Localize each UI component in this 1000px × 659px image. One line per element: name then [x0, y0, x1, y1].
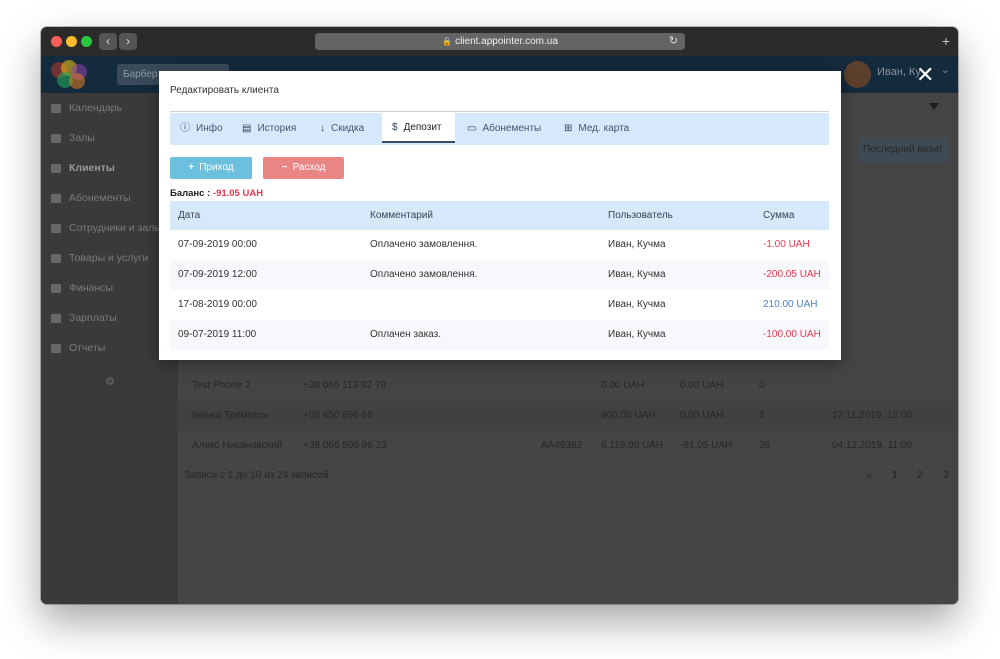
- expense-button[interactable]: − Расход: [263, 157, 344, 179]
- column-header-user[interactable]: Пользователь: [608, 201, 673, 230]
- bookmark-icon: [51, 133, 61, 143]
- cell-amount: -1.00 UAH: [763, 239, 810, 250]
- cell-comment: Оплачен заказ.: [370, 329, 441, 340]
- edit-client-modal: Редактировать клиента ⓘ Инфо ▤ История ↓ Ск…: [159, 71, 841, 360]
- tab-deposit[interactable]: $ Депозит: [382, 113, 455, 143]
- cell-user: Иван, Кучма: [608, 299, 666, 310]
- table-row: 07-09-2019 00:00 Оплачено замовлення. Ив…: [170, 230, 829, 260]
- goods-icon: [51, 253, 61, 263]
- cell-date: 07-09-2019 00:00: [178, 239, 257, 250]
- cell-date: 17-08-2019 00:00: [178, 299, 257, 310]
- close-modal-button[interactable]: ✕: [916, 64, 934, 86]
- modal-title: Редактировать клиента: [170, 85, 279, 96]
- cell-user: Иван, Кучма: [608, 329, 666, 340]
- income-button[interactable]: + Приход: [170, 157, 252, 179]
- app-logo: [51, 60, 95, 90]
- divider: [170, 111, 829, 112]
- staff-icon: [51, 223, 61, 233]
- cell-amount: 210.00 UAH: [763, 299, 818, 310]
- sidebar-item-goods[interactable]: Товары и услуги: [41, 243, 178, 273]
- dollar-icon: $: [392, 122, 398, 133]
- cell-amount: -100.00 UAH: [763, 329, 821, 340]
- column-header-amount[interactable]: Сумма: [763, 201, 794, 230]
- balance-value: -91.05 UAH: [212, 188, 264, 199]
- reports-icon: [51, 343, 61, 353]
- url-text: client.appointer.com.ua: [455, 36, 558, 47]
- id-card-icon: ▤: [242, 123, 252, 134]
- tab-history[interactable]: ▤ История: [242, 113, 308, 145]
- balance: Баланс : -91.05 UAH: [170, 188, 264, 199]
- credit-card-icon: ▭: [467, 123, 477, 134]
- cell-amount: -200.05 UAH: [763, 269, 821, 280]
- address-bar[interactable]: 🔒 client.appointer.com.ua ↻: [315, 33, 685, 50]
- gear-icon[interactable]: ⚙: [105, 375, 115, 388]
- table-row[interactable]: Алекс Никановский +38 066 506 96 23 AA49…: [178, 431, 958, 461]
- table-header: Дата Комментарий Пользователь Сумма: [170, 201, 829, 230]
- user-name[interactable]: Иван, Ку: [877, 66, 921, 78]
- modal-tabs: ⓘ Инфо ▤ История ↓ Скидка $ Депозит ▭ Абонеме…: [170, 113, 829, 145]
- cell-comment: Оплачено замовлення.: [370, 269, 478, 280]
- pager-prev[interactable]: «: [866, 470, 872, 481]
- sidebar-item-calendar[interactable]: Календарь: [41, 93, 178, 123]
- cell-date: 09-07-2019 11:00: [178, 329, 257, 340]
- cell-user: Иван, Кучма: [608, 269, 666, 280]
- pager-page-3[interactable]: 3: [943, 470, 949, 481]
- column-header-last-visit[interactable]: Последний визит: [859, 137, 947, 163]
- tab-discount[interactable]: ↓ Скидка: [320, 113, 382, 145]
- new-tab-icon[interactable]: +: [937, 33, 955, 50]
- card-icon: [51, 193, 61, 203]
- tab-medical-card[interactable]: ⊞ Мед. карта: [564, 113, 644, 145]
- filter-icon[interactable]: [929, 103, 939, 110]
- cell-date: 07-09-2019 12:00: [178, 269, 257, 280]
- forward-icon[interactable]: ›: [119, 33, 137, 50]
- salary-icon: [51, 313, 61, 323]
- avatar[interactable]: [844, 61, 871, 88]
- sidebar-item-finance[interactable]: Финансы: [41, 273, 178, 303]
- lock-icon: 🔒: [442, 37, 453, 46]
- pager-page-2[interactable]: 2: [917, 470, 923, 481]
- back-icon[interactable]: ‹: [99, 33, 117, 50]
- plus-square-icon: ⊞: [564, 123, 573, 134]
- arrow-down-icon: ↓: [320, 123, 325, 134]
- sidebar-item-subscriptions[interactable]: Абонементы: [41, 183, 178, 213]
- sidebar-item-salary[interactable]: Зарплаты: [41, 303, 178, 333]
- zoom-window-button[interactable]: [81, 36, 92, 47]
- minimize-window-button[interactable]: [66, 36, 77, 47]
- cell-comment: Оплачено замовлення.: [370, 239, 478, 250]
- table-row[interactable]: Іванка Тремпель +06 650 696 66 900.00 UA…: [178, 401, 958, 431]
- finance-icon: [51, 283, 61, 293]
- pager-page-1[interactable]: 1: [892, 470, 898, 481]
- sidebar: Календарь Залы Клиенты Абонементы Сотруд…: [41, 93, 178, 604]
- tab-subscriptions[interactable]: ▭ Абонементы: [467, 113, 557, 145]
- sidebar-item-staff[interactable]: Сотрудники и залы: [41, 213, 178, 243]
- table-row: 17-08-2019 00:00 Иван, Кучма 210.00 UAH: [170, 290, 829, 320]
- tab-info[interactable]: ⓘ Инфо: [180, 113, 232, 145]
- column-header-date[interactable]: Дата: [178, 201, 200, 230]
- sidebar-item-halls[interactable]: Залы: [41, 123, 178, 153]
- calendar-icon: [51, 103, 61, 113]
- cell-user: Иван, Кучма: [608, 239, 666, 250]
- close-window-button[interactable]: [51, 36, 62, 47]
- table-row: 09-07-2019 11:00 Оплачен заказ. Иван, Ку…: [170, 320, 829, 350]
- plus-icon: +: [188, 162, 195, 173]
- table-row: 07-09-2019 12:00 Оплачено замовлення. Ив…: [170, 260, 829, 290]
- sidebar-item-reports[interactable]: Отчеты: [41, 333, 178, 363]
- sidebar-item-clients[interactable]: Клиенты: [41, 153, 178, 183]
- pagination-info: Записи с 1 до 10 из 24 записей: [184, 470, 329, 481]
- info-icon: ⓘ: [180, 123, 190, 134]
- users-icon: [51, 163, 61, 173]
- deposit-table: Дата Комментарий Пользователь Сумма 07-0…: [170, 201, 829, 350]
- chevron-down-icon[interactable]: ⌄: [941, 65, 949, 76]
- reload-icon[interactable]: ↻: [669, 33, 678, 50]
- column-header-comment[interactable]: Комментарий: [370, 201, 433, 230]
- minus-icon: −: [281, 162, 288, 173]
- browser-titlebar: ‹ › 🔒 client.appointer.com.ua ↻ +: [41, 27, 958, 56]
- table-row[interactable]: Test Phone 2 +38 066 113 92 79 0.00 UAH …: [178, 371, 958, 401]
